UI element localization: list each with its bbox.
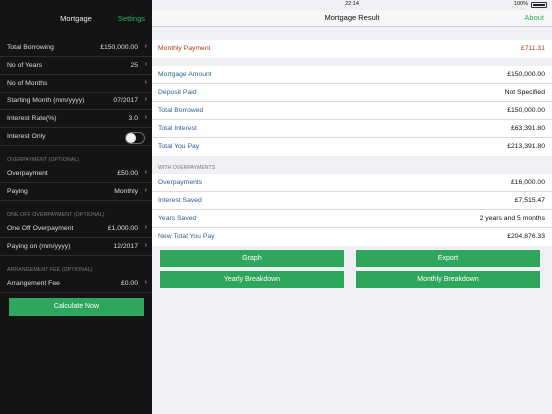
row-value: £150,000.00 [507,71,545,78]
row-value: £150,000.00 [100,44,138,51]
no-of-months-row[interactable]: No of Months › [0,76,152,93]
result-row: Mortgage Amount £150,000.00 [152,66,552,84]
row-label: No of Months [7,80,48,87]
right-nav-title: Mortgage Result [324,13,380,22]
row-label: Total You Pay [158,143,200,150]
result-row: New Total You Pay £204,876.33 [152,228,552,246]
results-block: Mortgage Amount £150,000.00 Deposit Paid… [152,66,552,156]
graph-button[interactable]: Graph [160,250,344,267]
result-row: Years Saved 2 years and 5 months [152,210,552,228]
row-value: Not Specified [504,89,545,96]
total-borrowing-row[interactable]: Total Borrowing £150,000.00 › [0,40,152,57]
overpayment-row[interactable]: Overpayment £50.00 › [0,166,152,183]
row-value: £204,876.33 [507,233,545,240]
result-row: Total You Pay £213,391.80 [152,138,552,156]
battery-icon [531,2,547,8]
export-button[interactable]: Export [356,250,540,267]
result-panel: 22:14 100% Mortgage Result About Monthly… [152,0,552,414]
one-off-overpayment-row[interactable]: One Off Overpayment £1,000.00 › [0,221,152,238]
chevron-right-icon: › [144,224,147,231]
row-label: Starting Month (mm/yyyy) [7,97,85,104]
interest-only-row: Interest Only [0,129,152,146]
row-label: Overpayment [7,170,48,177]
status-time: 22:14 [345,1,359,7]
row-label: Interest Rate(%) [7,115,57,122]
no-of-years-row[interactable]: No of Years 25 › [0,58,152,75]
row-value: Monthly [114,188,138,195]
monthly-payment-block: Monthly Payment £711.31 [152,40,552,58]
row-value: £213,391.80 [507,143,545,150]
result-row: Overpayments £16,000.00 [152,174,552,192]
paying-on-row[interactable]: Paying on (mm/yyyy) 12/2017 › [0,239,152,256]
chevron-right-icon: › [144,242,147,249]
chevron-right-icon: › [144,114,147,121]
row-label: New Total You Pay [158,233,215,240]
row-value: £0.00 [120,280,138,287]
right-nav-bar: Mortgage Result About [152,10,552,27]
row-value: 3.0 [128,115,138,122]
row-value: 25 [130,62,138,69]
row-label: Overpayments [158,179,203,186]
chevron-right-icon: › [144,43,147,50]
chevron-right-icon: › [144,79,147,86]
row-label: Paying on (mm/yyyy) [7,243,71,250]
row-label: Monthly Payment [158,45,211,52]
status-bar: 22:14 100% [152,0,552,10]
result-row: Total Interest £63,391.80 [152,120,552,138]
calculate-now-button[interactable]: Calculate Now [9,298,144,316]
row-value: £7,515.47 [514,197,545,204]
interest-rate-row[interactable]: Interest Rate(%) 3.0 › [0,111,152,128]
settings-button[interactable]: Settings [118,14,145,23]
row-value: £150,000.00 [507,107,545,114]
overpayment-results-block: Overpayments £16,000.00 Interest Saved £… [152,174,552,246]
result-row: Total Borrowed £150,000.00 [152,102,552,120]
chevron-right-icon: › [144,96,147,103]
with-overpayments-section-header: WITH OVERPAYMENTS [158,165,216,171]
chevron-right-icon: › [144,61,147,68]
about-button[interactable]: About [524,13,544,22]
row-value: £63,391.80 [510,125,545,132]
row-value: £1,000.00 [107,225,138,232]
row-value: 12/2017 [113,243,138,250]
one-off-section-header: ONE OFF OVERPAYMENT (OPTIONAL) [7,212,105,218]
chevron-right-icon: › [144,187,147,194]
row-label: Deposit Paid [158,89,197,96]
monthly-breakdown-button[interactable]: Monthly Breakdown [356,271,540,288]
overpayment-section-header: OVERPAYMENT (OPTIONAL) [7,157,80,163]
interest-only-toggle[interactable] [125,132,145,144]
row-label: One Off Overpayment [7,225,74,232]
row-value: £50.00 [117,170,138,177]
fee-section-header: ARRANGEMENT FEE (OPTIONAL) [7,267,93,273]
row-label: Interest Only [7,133,46,140]
row-value: 07/2017 [113,97,138,104]
row-label: No of Years [7,62,43,69]
result-row: Deposit Paid Not Specified [152,84,552,102]
row-label: Paying [7,188,28,195]
input-panel: Mortgage Settings Total Borrowing £150,0… [0,0,152,414]
result-row: Interest Saved £7,515.47 [152,192,552,210]
row-value: 2 years and 5 months [479,215,545,222]
battery-percent: 100% [513,1,528,7]
starting-month-row[interactable]: Starting Month (mm/yyyy) 07/2017 › [0,93,152,110]
row-label: Arrangement Fee [7,280,60,287]
row-value: £16,000.00 [510,179,545,186]
chevron-right-icon: › [144,169,147,176]
row-label: Mortgage Amount [158,71,212,78]
row-value: £711.31 [520,45,545,52]
monthly-payment-row: Monthly Payment £711.31 [152,40,552,58]
arrangement-fee-row[interactable]: Arrangement Fee £0.00 › [0,276,152,293]
yearly-breakdown-button[interactable]: Yearly Breakdown [160,271,344,288]
row-label: Interest Saved [158,197,202,204]
row-label: Total Borrowing [7,44,54,51]
paying-frequency-row[interactable]: Paying Monthly › [0,184,152,201]
row-label: Total Interest [158,125,197,132]
row-label: Years Saved [158,215,197,222]
row-label: Total Borrowed [158,107,204,114]
chevron-right-icon: › [144,279,147,286]
left-nav-bar: Mortgage Settings [0,0,152,34]
toggle-knob [126,133,136,143]
